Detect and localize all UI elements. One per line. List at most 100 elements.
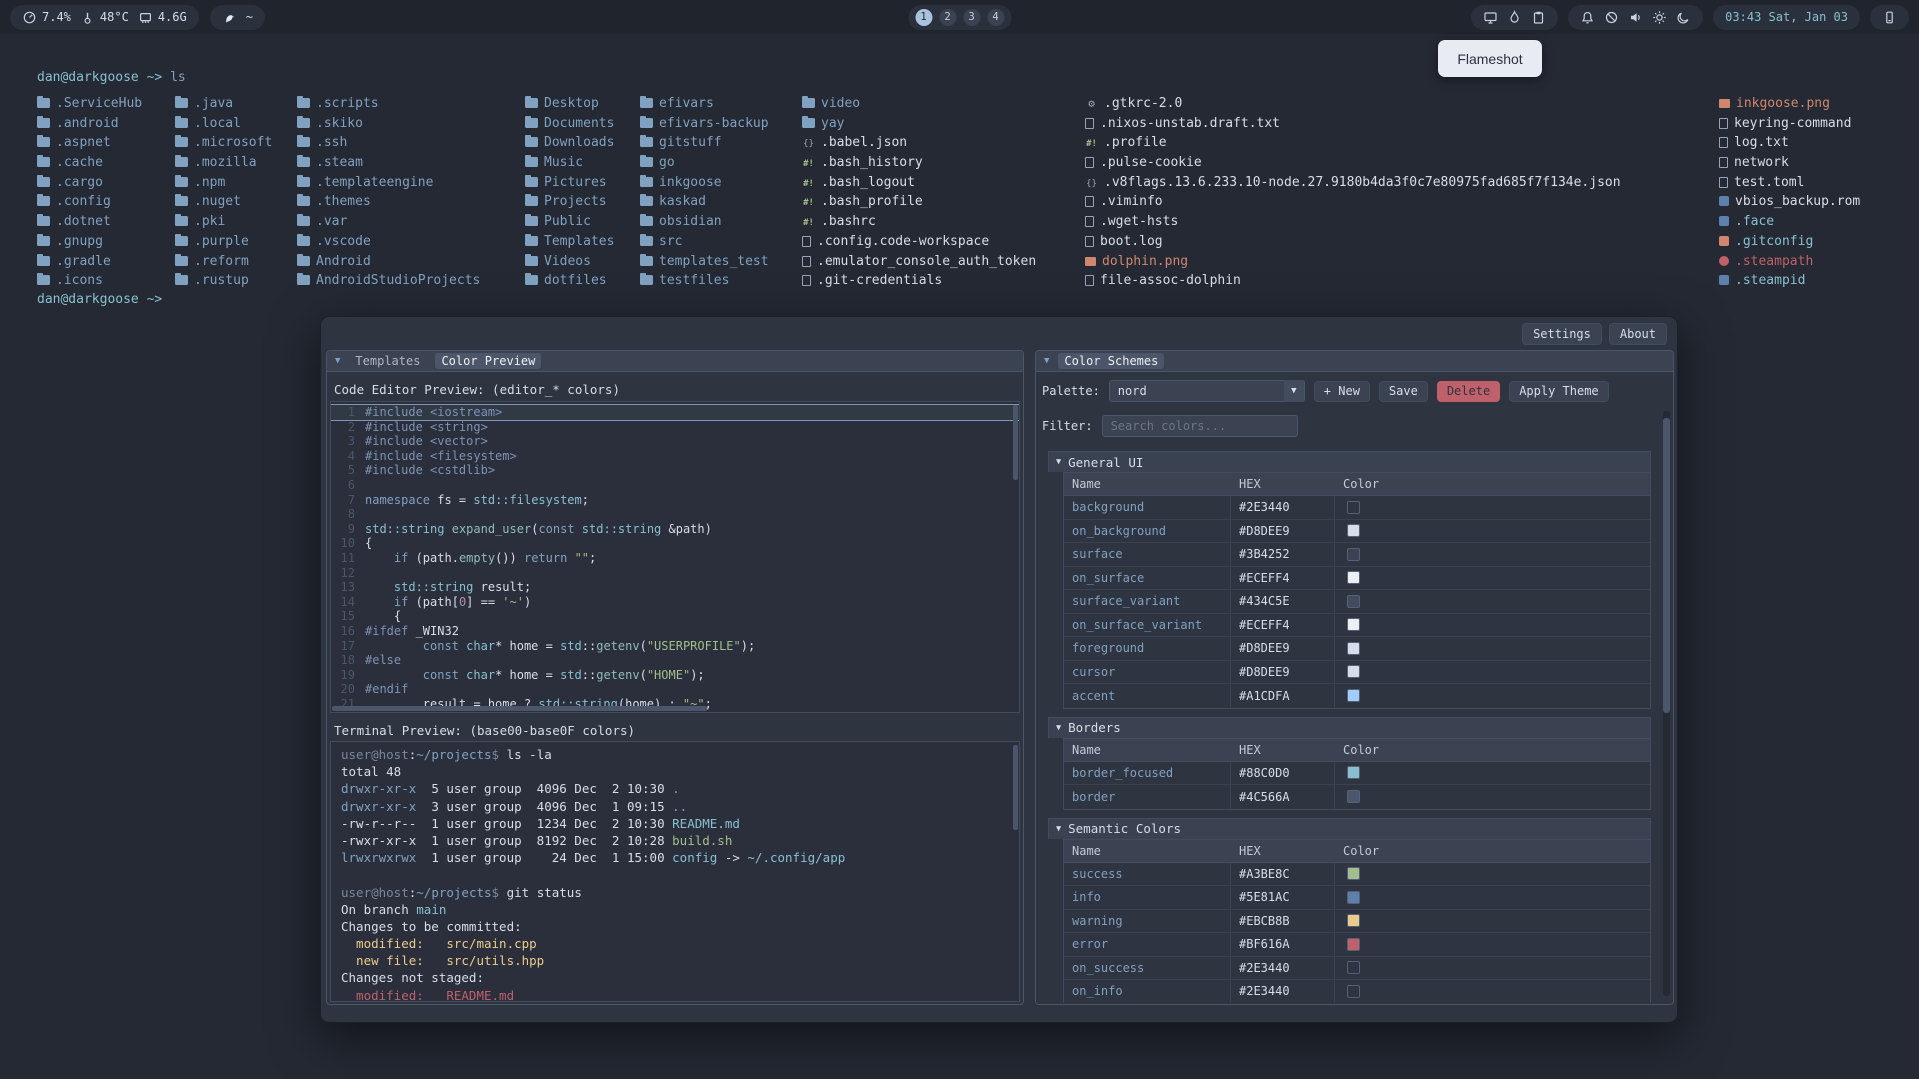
color-row[interactable]: on_info#2E3440 [1064, 980, 1650, 1003]
color-row[interactable]: foreground#D8DEE9 [1064, 637, 1650, 661]
file-entry[interactable]: boot.log [1085, 232, 1621, 252]
apply-theme-button[interactable]: Apply Theme [1509, 381, 1608, 402]
directory-entry[interactable]: Public [525, 212, 614, 232]
scrollbar-thumb[interactable] [332, 706, 707, 711]
color-swatch[interactable] [1347, 548, 1360, 561]
directory-entry[interactable]: .dotnet [37, 212, 142, 232]
color-swatch[interactable] [1347, 524, 1360, 537]
file-entry[interactable]: #!.bashrc [802, 212, 1036, 232]
color-row[interactable]: surface#3B4252 [1064, 543, 1650, 567]
color-swatch[interactable] [1347, 595, 1360, 608]
color-row[interactable]: error#BF616A [1064, 933, 1650, 957]
file-entry[interactable]: dolphin.png [1085, 252, 1621, 272]
directory-entry[interactable]: .config [37, 192, 142, 212]
directory-entry[interactable]: src [640, 232, 769, 252]
color-swatch[interactable] [1347, 790, 1360, 803]
file-entry[interactable]: .config.code-workspace [802, 232, 1036, 252]
directory-entry[interactable]: kaskad [640, 192, 769, 212]
file-entry[interactable]: #!.profile [1085, 133, 1621, 153]
directory-entry[interactable]: .microsoft [175, 133, 272, 153]
directory-entry[interactable]: video [802, 94, 1036, 114]
file-entry[interactable]: {}.babel.json [802, 133, 1036, 153]
file-entry[interactable]: .steampath [1719, 252, 1860, 272]
system-stats-pill[interactable]: 7.4% 48°C 4.6G [10, 5, 199, 30]
tab-color-schemes[interactable]: Color Schemes [1058, 353, 1164, 369]
directory-entry[interactable]: go [640, 153, 769, 173]
color-row[interactable]: border_focused#88C0D0 [1064, 762, 1650, 786]
color-swatch[interactable] [1347, 914, 1360, 927]
color-row[interactable]: border#4C566A [1064, 785, 1650, 809]
color-swatch[interactable] [1347, 618, 1360, 631]
directory-entry[interactable]: .var [297, 212, 480, 232]
file-entry[interactable]: {}.v8flags.13.6.233.10-node.27.9180b4da3… [1085, 173, 1621, 193]
directory-entry[interactable]: Downloads [525, 133, 614, 153]
file-entry[interactable]: network [1719, 153, 1860, 173]
file-entry[interactable]: .emulator_console_auth_token [802, 252, 1036, 272]
directory-entry[interactable]: gitstuff [640, 133, 769, 153]
directory-entry[interactable]: .gradle [37, 252, 142, 272]
file-entry[interactable]: #!.bash_logout [802, 173, 1036, 193]
goose-pill[interactable]: ~ [210, 5, 265, 30]
section-header[interactable]: ▼General UI [1048, 451, 1651, 472]
file-entry[interactable]: file-assoc-dolphin [1085, 271, 1621, 291]
directory-entry[interactable]: .pki [175, 212, 272, 232]
directory-entry[interactable]: .scripts [297, 94, 480, 114]
file-entry[interactable]: keyring-command [1719, 114, 1860, 134]
directory-entry[interactable]: .rustup [175, 271, 272, 291]
directory-entry[interactable]: .vscode [297, 232, 480, 252]
night-light-icon[interactable] [1676, 10, 1691, 25]
file-entry[interactable]: #!.bash_profile [802, 192, 1036, 212]
color-swatch[interactable] [1347, 891, 1360, 904]
color-row[interactable]: cursor#D8DEE9 [1064, 661, 1650, 685]
directory-entry[interactable]: .icons [37, 271, 142, 291]
collapse-icon[interactable]: ▼ [1044, 356, 1049, 366]
color-swatch[interactable] [1347, 665, 1360, 678]
directory-entry[interactable]: testfiles [640, 271, 769, 291]
directory-entry[interactable]: yay [802, 114, 1036, 134]
color-swatch[interactable] [1347, 938, 1360, 951]
directory-entry[interactable]: inkgoose [640, 173, 769, 193]
scrollbar-thumb[interactable] [1013, 405, 1018, 480]
color-swatch[interactable] [1347, 867, 1360, 880]
file-entry[interactable]: .face [1719, 212, 1860, 232]
tab-color-preview[interactable]: Color Preview [435, 353, 541, 369]
directory-entry[interactable]: .nuget [175, 192, 272, 212]
file-entry[interactable]: log.txt [1719, 133, 1860, 153]
directory-entry[interactable]: .android [37, 114, 142, 134]
directory-entry[interactable]: .templateengine [297, 173, 480, 193]
directory-entry[interactable]: .steam [297, 153, 480, 173]
workspace-2[interactable]: 2 [939, 9, 956, 26]
tab-templates[interactable]: Templates [349, 353, 426, 369]
directory-entry[interactable]: .cache [37, 153, 142, 173]
display-icon[interactable] [1483, 10, 1498, 25]
file-entry[interactable]: test.toml [1719, 173, 1860, 193]
file-entry[interactable]: #!.bash_history [802, 153, 1036, 173]
directory-entry[interactable]: .purple [175, 232, 272, 252]
delete-button[interactable]: Delete [1437, 381, 1500, 402]
directory-entry[interactable]: Videos [525, 252, 614, 272]
directory-entry[interactable]: Music [525, 153, 614, 173]
color-filter-input[interactable] [1102, 415, 1298, 437]
color-row[interactable]: info#5E81AC [1064, 886, 1650, 910]
file-entry[interactable]: inkgoose.png [1719, 94, 1860, 114]
color-row[interactable]: on_surface#ECEFF4 [1064, 567, 1650, 591]
color-swatch[interactable] [1347, 642, 1360, 655]
color-swatch[interactable] [1347, 961, 1360, 974]
directory-entry[interactable]: .npm [175, 173, 272, 193]
directory-entry[interactable]: efivars-backup [640, 114, 769, 134]
directory-entry[interactable]: Pictures [525, 173, 614, 193]
color-row[interactable]: background#2E3440 [1064, 496, 1650, 520]
section-header[interactable]: ▼Semantic Colors [1048, 818, 1651, 839]
directory-entry[interactable]: .mozilla [175, 153, 272, 173]
color-swatch[interactable] [1347, 985, 1360, 998]
directory-entry[interactable]: Projects [525, 192, 614, 212]
color-swatch[interactable] [1347, 501, 1360, 514]
directory-entry[interactable]: .skiko [297, 114, 480, 134]
workspace-3[interactable]: 3 [963, 9, 980, 26]
panel-scrollbar[interactable] [1663, 411, 1670, 996]
file-entry[interactable]: .git-credentials [802, 271, 1036, 291]
color-swatch[interactable] [1347, 571, 1360, 584]
editor-horizontal-scrollbar[interactable] [332, 706, 1011, 711]
color-swatch[interactable] [1347, 766, 1360, 779]
collapse-icon[interactable]: ▼ [335, 356, 340, 366]
